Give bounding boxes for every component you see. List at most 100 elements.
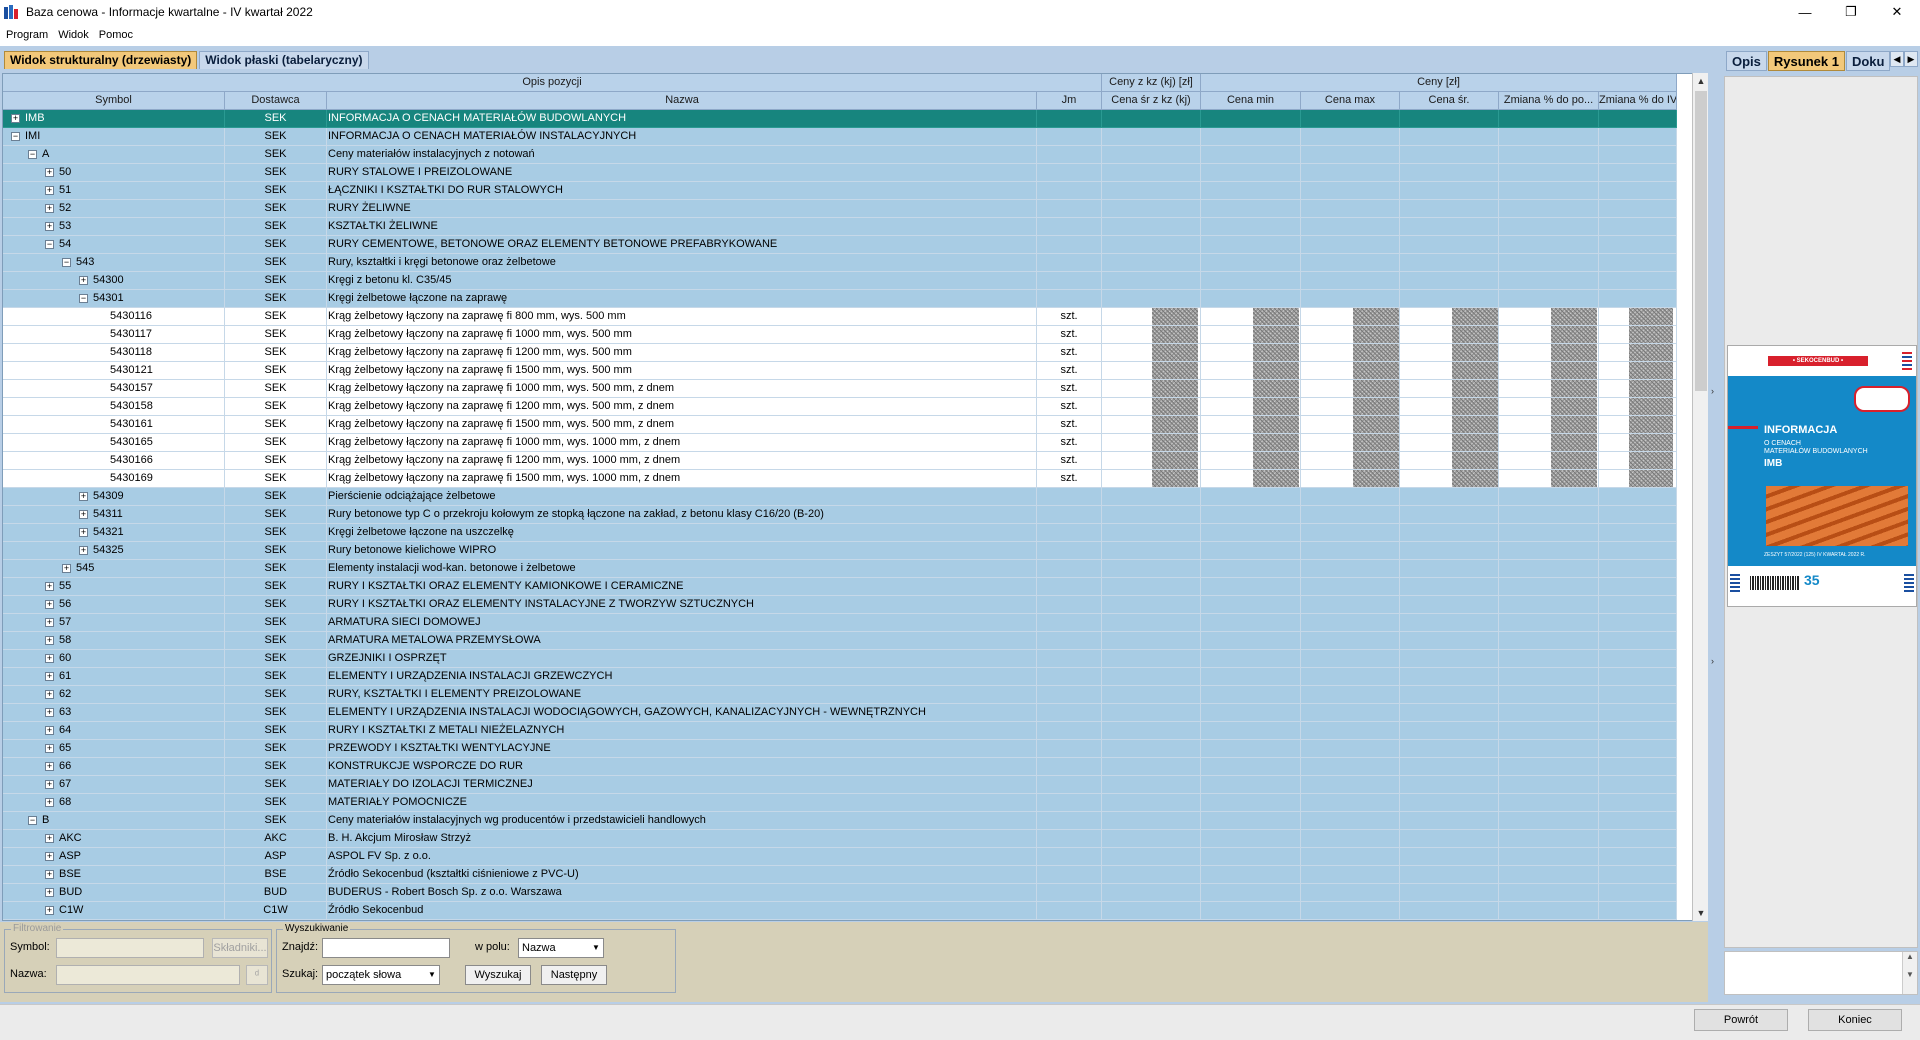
expand-icon[interactable]: + (45, 798, 54, 807)
tab-rysunek-1[interactable]: Rysunek 1 (1767, 51, 1845, 71)
expand-icon[interactable]: + (45, 726, 54, 735)
collapse-icon[interactable]: − (62, 258, 71, 267)
expand-icon[interactable]: + (45, 690, 54, 699)
expand-icon[interactable]: + (45, 762, 54, 771)
close-button[interactable]: ✕ (1874, 0, 1920, 24)
description-box[interactable]: ▲ ▼ (1724, 951, 1918, 995)
table-row-group[interactable]: − IMI SEK INFORMACJA O CENACH MATERIAŁÓW IN… (3, 128, 1677, 146)
expand-icon[interactable]: + (45, 168, 54, 177)
tab-flat-view[interactable]: Widok płaski (tabelaryczny) (199, 51, 369, 69)
minimize-button[interactable]: — (1782, 0, 1828, 24)
description-scrollbar[interactable]: ▲ ▼ (1902, 952, 1917, 994)
table-row-group[interactable]: +54325 SEK Rury betonowe kielichowe WIPRO (3, 542, 1677, 560)
table-row-item[interactable]: 5430161 SEK Krąg żelbetowy łączony na zapr… (3, 416, 1677, 434)
table-row-group[interactable]: +52 SEK RURY ŻELIWNE (3, 200, 1677, 218)
splitter-arrow-icon[interactable]: › (1711, 656, 1714, 666)
table-row-group[interactable]: +66 SEK KONSTRUKCJE WSPORCZE DO RUR (3, 758, 1677, 776)
table-row-group[interactable]: +54300 SEK Kręgi z betonu kl. C35/45 (3, 272, 1677, 290)
expand-icon[interactable]: + (79, 492, 88, 501)
tab-dokument[interactable]: Doku (1845, 51, 1891, 71)
expand-icon[interactable]: + (45, 618, 54, 627)
expand-icon[interactable]: + (62, 564, 71, 573)
expand-icon[interactable]: + (45, 780, 54, 789)
col-symbol[interactable]: Symbol (3, 92, 225, 110)
expand-icon[interactable]: + (45, 834, 54, 843)
col-nazwa[interactable]: Nazwa (327, 92, 1037, 110)
collapse-icon[interactable]: − (28, 150, 37, 159)
expand-icon[interactable]: + (79, 276, 88, 285)
table-row-group[interactable]: + BUD BUD BUDERUS - Robert Bosch Sp. z o.o.… (3, 884, 1677, 902)
table-row-group[interactable]: +51 SEK ŁĄCZNIKI I KSZTAŁTKI DO RUR STALOW… (3, 182, 1677, 200)
search-mode-select[interactable]: początek słowa ▼ (322, 965, 440, 985)
collapse-icon[interactable]: − (79, 294, 88, 303)
table-row-group[interactable]: + C1W C1W Źródło Sekocenbud (3, 902, 1677, 920)
table-row-group[interactable]: +54309 SEK Pierścienie odciążające żelbeto… (3, 488, 1677, 506)
expand-icon[interactable]: + (45, 222, 54, 231)
table-row-group[interactable]: +54311 SEK Rury betonowe typ C o przekroju… (3, 506, 1677, 524)
expand-icon[interactable]: + (45, 186, 54, 195)
panel-splitter[interactable]: › › (1710, 46, 1720, 1040)
col-dostawca[interactable]: Dostawca (225, 92, 327, 110)
table-row-item[interactable]: 5430169 SEK Krąg żelbetowy łączony na zapr… (3, 470, 1677, 488)
scroll-thumb[interactable] (1695, 91, 1707, 391)
table-row-group[interactable]: +545 SEK Elementy instalacji wod-kan. beto… (3, 560, 1677, 578)
table-row-group[interactable]: +56 SEK RURY I KSZTAŁTKI ORAZ ELEMENTY INS… (3, 596, 1677, 614)
table-row-group[interactable]: +54321 SEK Kręgi żelbetowe łączone na uszc… (3, 524, 1677, 542)
table-row-group[interactable]: +53 SEK KSZTAŁTKI ŻELIWNE (3, 218, 1677, 236)
scroll-down-icon[interactable]: ▼ (1693, 905, 1709, 921)
table-row-group[interactable]: +65 SEK PRZEWODY I KSZTAŁTKI WENTYLACYJNE (3, 740, 1677, 758)
collapse-icon[interactable]: − (45, 240, 54, 249)
table-row-item[interactable]: 5430117 SEK Krąg żelbetowy łączony na zapr… (3, 326, 1677, 344)
table-row-group[interactable]: − A SEK Ceny materiałów instalacyjnych z no… (3, 146, 1677, 164)
skladniki-button[interactable]: Składniki... (212, 938, 268, 958)
col-cena-sr[interactable]: Cena śr. (1400, 92, 1499, 110)
table-row-group[interactable]: +61 SEK ELEMENTY I URZĄDZENIA INSTALACJI G… (3, 668, 1677, 686)
table-row-item[interactable]: 5430158 SEK Krąg żelbetowy łączony na zapr… (3, 398, 1677, 416)
table-row-group[interactable]: −54 SEK RURY CEMENTOWE, BETONOWE ORAZ ELEM… (3, 236, 1677, 254)
table-row-group[interactable]: −543 SEK Rury, kształtki i kręgi betonowe … (3, 254, 1677, 272)
table-row-item[interactable]: 5430165 SEK Krąg żelbetowy łączony na zapr… (3, 434, 1677, 452)
expand-icon[interactable]: + (45, 582, 54, 591)
table-row-group[interactable]: +68 SEK MATERIAŁY POMOCNICZE (3, 794, 1677, 812)
expand-icon[interactable]: + (45, 672, 54, 681)
expand-icon[interactable]: + (11, 114, 20, 123)
table-row-item[interactable]: 5430166 SEK Krąg żelbetowy łączony na zapr… (3, 452, 1677, 470)
collapse-icon[interactable]: − (11, 132, 20, 141)
table-row-group[interactable]: +55 SEK RURY I KSZTAŁTKI ORAZ ELEMENTY KAM… (3, 578, 1677, 596)
table-row-group[interactable]: +50 SEK RURY STALOWE I PREIZOLOWANE (3, 164, 1677, 182)
tab-next-icon[interactable]: ▶ (1904, 51, 1918, 67)
restore-button[interactable]: ❐ (1828, 0, 1874, 24)
table-row-group[interactable]: + IMB SEK INFORMACJA O CENACH MATERIAŁÓW BU… (3, 110, 1677, 128)
table-row-group[interactable]: + BSE BSE Źródło Sekocenbud (kształtki ciśn… (3, 866, 1677, 884)
search-field-select[interactable]: Nazwa ▼ (518, 938, 604, 958)
col-cena-max[interactable]: Cena max (1301, 92, 1400, 110)
menu-widok[interactable]: Widok (54, 29, 93, 41)
expand-icon[interactable]: + (45, 744, 54, 753)
splitter-arrow-icon[interactable]: › (1711, 386, 1714, 396)
table-row-group[interactable]: +60 SEK GRZEJNIKI I OSPRZĘT (3, 650, 1677, 668)
table-row-group[interactable]: +62 SEK RURY, KSZTAŁTKI I ELEMENTY PREIZOL… (3, 686, 1677, 704)
table-row-group[interactable]: +64 SEK RURY I KSZTAŁTKI Z METALI NIEŻELAZ… (3, 722, 1677, 740)
table-row-group[interactable]: +58 SEK ARMATURA METALOWA PRZEMYSŁOWA (3, 632, 1677, 650)
table-row-group[interactable]: + AKC AKC B. H. Akcjum Mirosław Strzyż (3, 830, 1677, 848)
grid-vertical-scrollbar[interactable]: ▲ ▼ (1692, 73, 1708, 921)
col-jm[interactable]: Jm (1037, 92, 1102, 110)
expand-icon[interactable]: + (45, 870, 54, 879)
search-input[interactable] (322, 938, 450, 958)
table-row-group[interactable]: − B SEK Ceny materiałów instalacyjnych wg p… (3, 812, 1677, 830)
expand-icon[interactable]: + (79, 528, 88, 537)
menu-pomoc[interactable]: Pomoc (95, 29, 137, 41)
table-row-item[interactable]: 5430121 SEK Krąg żelbetowy łączony na zapr… (3, 362, 1677, 380)
col-cena-sr-kz[interactable]: Cena śr z kz (kj) (1102, 92, 1201, 110)
nazwa-filter-input[interactable] (56, 965, 240, 985)
col-zmiana-iv[interactable]: Zmiana % do IV ... (1599, 92, 1677, 110)
wyszukaj-button[interactable]: Wyszukaj (465, 965, 531, 985)
table-row-group[interactable]: + ASP ASP ASPOL FV Sp. z o.o. (3, 848, 1677, 866)
clear-filter-icon[interactable]: ᵈ (246, 965, 268, 985)
tab-opis[interactable]: Opis (1726, 51, 1767, 71)
expand-icon[interactable]: + (45, 852, 54, 861)
table-row-item[interactable]: 5430116 SEK Krąg żelbetowy łączony na zapr… (3, 308, 1677, 326)
col-cena-min[interactable]: Cena min (1201, 92, 1301, 110)
end-button[interactable]: Koniec (1808, 1009, 1902, 1031)
expand-icon[interactable]: + (45, 204, 54, 213)
